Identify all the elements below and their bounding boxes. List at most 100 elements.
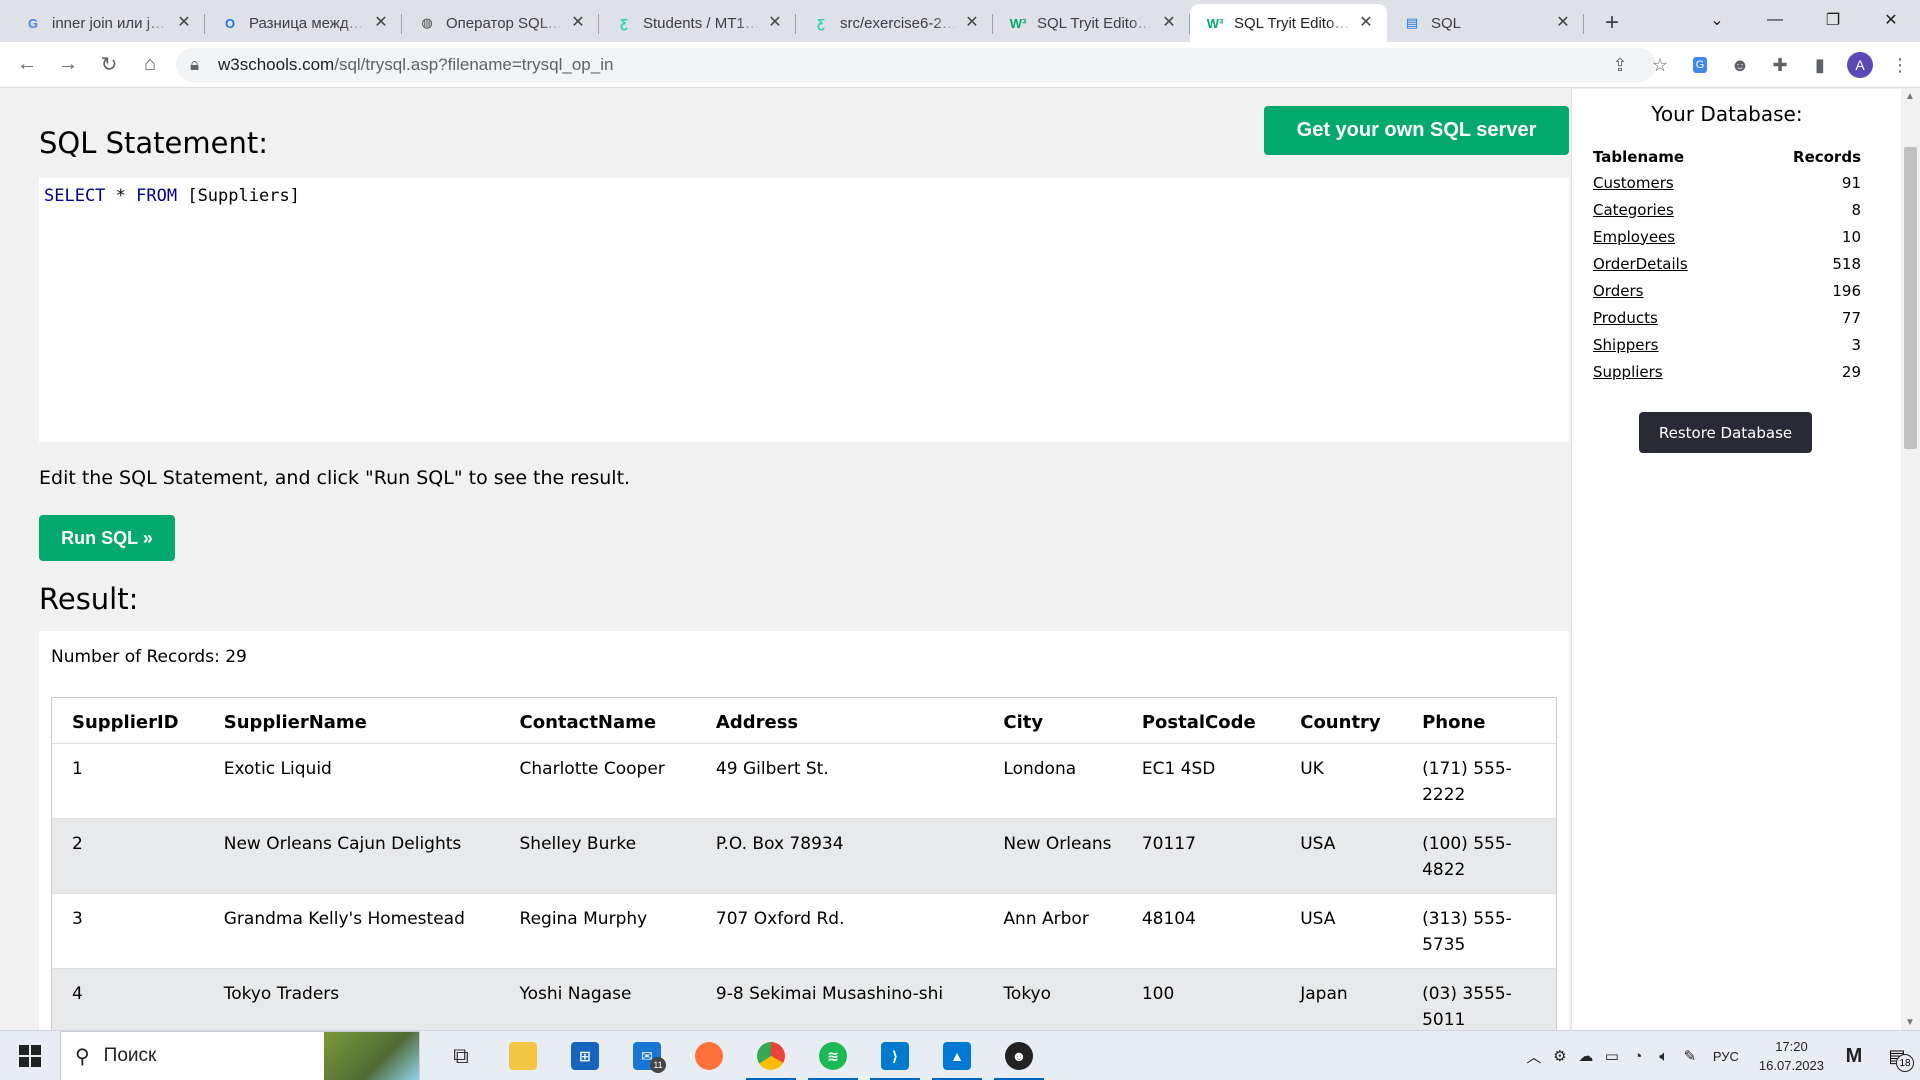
column-header: Country bbox=[1300, 712, 1381, 733]
taskbar-apps: ⧉ ⊞ ✉ 11 ≋ ⟩ ▲ ☻ bbox=[430, 1031, 1050, 1080]
settings-tray-icon[interactable]: ⚙ bbox=[1547, 1041, 1573, 1071]
sql-editor[interactable]: SELECT * FROM [Suppliers] bbox=[39, 178, 1569, 442]
back-icon[interactable]: ← bbox=[7, 45, 47, 85]
tab-search-icon[interactable]: ⌄ bbox=[1688, 0, 1746, 40]
table-cell: 70117 bbox=[1131, 818, 1291, 894]
new-tab-button[interactable]: + bbox=[1592, 4, 1632, 42]
address-bar[interactable]: 🔒︎ w3schools.com/sql/trysql.asp?filename… bbox=[176, 48, 1656, 82]
scroll-up-icon[interactable]: ▲ bbox=[1905, 91, 1915, 102]
page-scrollbar[interactable]: ▲ ▼ bbox=[1901, 89, 1920, 1030]
close-window-button[interactable]: ✕ bbox=[1862, 0, 1920, 40]
extensions-puzzle-icon[interactable]: ✚ bbox=[1760, 45, 1800, 85]
browser-tab[interactable]: W³ SQL Tryit Editor v1.6 ✕ bbox=[1190, 4, 1387, 42]
profile-avatar[interactable]: A bbox=[1840, 45, 1880, 85]
column-header: Phone bbox=[1422, 712, 1486, 733]
app-tray-icon[interactable]: M bbox=[1834, 1041, 1874, 1071]
notifications-icon[interactable]: ▤ 18 bbox=[1874, 1031, 1920, 1080]
browser-tab[interactable]: ▤ SQL ✕ bbox=[1387, 4, 1584, 42]
restore-database-button[interactable]: Restore Database bbox=[1639, 412, 1812, 453]
db-record-count: 10 bbox=[1841, 227, 1861, 246]
db-table-row: Categories 8 bbox=[1592, 196, 1862, 223]
search-icon: ⚲ bbox=[75, 1045, 90, 1068]
clock[interactable]: 17:20 16.07.2023 bbox=[1759, 1037, 1824, 1075]
close-tab-icon[interactable]: ✕ bbox=[766, 14, 784, 32]
pen-icon[interactable]: ✎ bbox=[1677, 1041, 1703, 1071]
db-table-link[interactable]: OrderDetails bbox=[1593, 255, 1688, 273]
tab-title: SQL bbox=[1431, 14, 1462, 32]
mail-icon[interactable]: ✉ 11 bbox=[616, 1031, 678, 1080]
table-cell: 3 bbox=[72, 909, 83, 929]
onedrive-icon[interactable]: ☁ bbox=[1573, 1041, 1599, 1071]
close-tab-icon[interactable]: ✕ bbox=[1554, 14, 1572, 32]
translate-icon[interactable]: G bbox=[1680, 45, 1720, 85]
browser-tab[interactable]: Ƹsrc/exercise6-2.md ✕ bbox=[796, 4, 993, 42]
browser-tab[interactable]: Ginner join или join ✕ bbox=[8, 4, 205, 42]
close-tab-icon[interactable]: ✕ bbox=[175, 14, 193, 32]
close-tab-icon[interactable]: ✕ bbox=[1160, 14, 1178, 32]
home-icon[interactable]: ⌂ bbox=[130, 45, 170, 85]
reload-icon[interactable]: ↻ bbox=[89, 45, 129, 85]
language-indicator[interactable]: РУС bbox=[1713, 1049, 1739, 1064]
clock-date: 16.07.2023 bbox=[1758, 1058, 1824, 1073]
table-cell: 100 bbox=[1131, 968, 1291, 1030]
windows-start-icon[interactable] bbox=[0, 1031, 60, 1080]
browser-tab[interactable]: W³ SQL Tryit Editor v1.6 ✕ bbox=[993, 4, 1190, 42]
wifi-icon[interactable]: ◔ bbox=[1625, 1041, 1651, 1071]
bookmark-star-icon[interactable]: ☆ bbox=[1640, 45, 1680, 85]
scrollbar-thumb[interactable] bbox=[1904, 147, 1917, 449]
db-table-link[interactable]: Products bbox=[1593, 309, 1658, 327]
scroll-down-icon[interactable]: ▼ bbox=[1905, 1017, 1915, 1028]
photos-icon[interactable]: ▲ bbox=[926, 1031, 988, 1080]
column-header: SupplierName bbox=[223, 712, 367, 733]
share-icon[interactable]: ⇪ bbox=[1600, 45, 1640, 85]
minimize-button[interactable]: — bbox=[1746, 0, 1804, 40]
lock-icon[interactable]: 🔒︎ bbox=[190, 55, 206, 75]
forward-icon[interactable]: → bbox=[48, 45, 88, 85]
opera-icon: O bbox=[224, 15, 236, 31]
db-table-link[interactable]: Orders bbox=[1593, 282, 1643, 300]
run-sql-button[interactable]: Run SQL » bbox=[39, 515, 175, 561]
column-header: ContactName bbox=[519, 712, 657, 733]
extension-icon[interactable]: ☻ bbox=[1720, 45, 1760, 85]
table-cell: UK bbox=[1300, 759, 1324, 779]
restore-window-button[interactable]: ❐ bbox=[1804, 0, 1862, 40]
side-panel-icon[interactable]: ▮ bbox=[1800, 45, 1840, 85]
battery-icon[interactable]: ▭ bbox=[1599, 1041, 1625, 1071]
db-record-count: 518 bbox=[1832, 254, 1861, 273]
chevron-up-icon[interactable]: ︿ bbox=[1521, 1041, 1547, 1071]
browser-tab[interactable]: ◍ Оператор SQL IN ✕ bbox=[402, 4, 599, 42]
chrome-icon[interactable] bbox=[740, 1031, 802, 1080]
search-highlight-image bbox=[324, 1032, 419, 1080]
tab-title: inner join или join bbox=[52, 14, 169, 32]
browser-tab[interactable]: Ƹ Students / MT10... ✕ bbox=[599, 4, 796, 42]
db-table-link[interactable]: Shippers bbox=[1593, 336, 1658, 354]
db-record-count: 196 bbox=[1832, 281, 1861, 300]
browser-tab[interactable]: O Разница между JOIN ✕ bbox=[205, 4, 402, 42]
volume-icon[interactable]: 🔈︎ bbox=[1651, 1041, 1677, 1071]
table-row: 2 New Orleans Cajun Delights Shelley Burke… bbox=[51, 818, 1557, 894]
db-table-link[interactable]: Suppliers bbox=[1593, 363, 1663, 381]
db-table-row: Shippers 3 bbox=[1592, 331, 1862, 358]
store-icon[interactable]: ⊞ bbox=[554, 1031, 616, 1080]
db-table-row: Customers 91 bbox=[1592, 169, 1862, 196]
db-table-link[interactable]: Employees bbox=[1593, 228, 1675, 246]
close-tab-icon[interactable]: ✕ bbox=[963, 14, 981, 32]
app-icon[interactable]: ☻ bbox=[988, 1031, 1050, 1080]
task-view-icon[interactable]: ⧉ bbox=[430, 1031, 492, 1080]
firefox-icon[interactable] bbox=[678, 1031, 740, 1080]
table-cell: 49 Gilbert St. bbox=[715, 759, 829, 779]
windows-taskbar: ⚲ Поиск ⧉ ⊞ ✉ 11 ≋ ⟩ ▲ ☻ ︿ ⚙ ☁ ▭ ◔ 🔈︎ ✎ Р… bbox=[0, 1030, 1920, 1080]
file-explorer-icon[interactable] bbox=[492, 1031, 554, 1080]
window-controls: ⌄ — ❐ ✕ bbox=[1688, 0, 1920, 40]
db-table-link[interactable]: Customers bbox=[1593, 174, 1674, 192]
taskbar-search[interactable]: ⚲ Поиск bbox=[60, 1031, 420, 1080]
close-tab-icon[interactable]: ✕ bbox=[372, 14, 390, 32]
spotify-icon[interactable]: ≋ bbox=[802, 1031, 864, 1080]
menu-kebab-icon[interactable]: ⋮ bbox=[1880, 45, 1920, 85]
close-tab-icon[interactable]: ✕ bbox=[569, 14, 587, 32]
get-own-sql-server-button[interactable]: Get your own SQL server bbox=[1264, 106, 1569, 155]
close-tab-icon[interactable]: ✕ bbox=[1357, 14, 1375, 32]
hexlet-icon: Ƹ bbox=[817, 15, 825, 31]
vscode-icon[interactable]: ⟩ bbox=[864, 1031, 926, 1080]
db-table-link[interactable]: Categories bbox=[1593, 201, 1674, 219]
